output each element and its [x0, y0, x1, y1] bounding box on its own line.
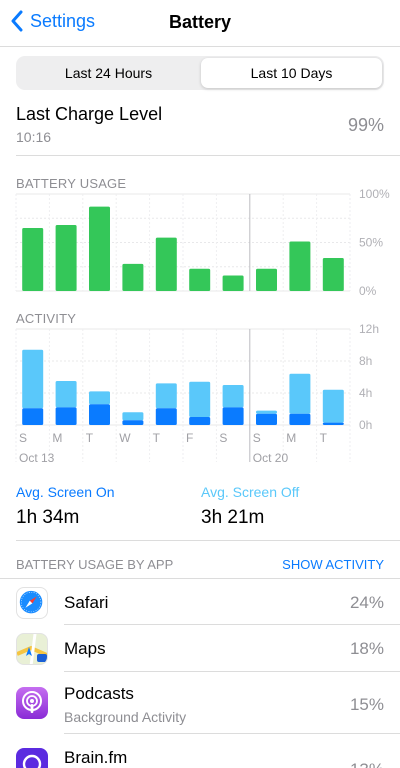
battery-usage-bar: [155, 237, 177, 291]
activity-screen-on-bar: [256, 413, 277, 425]
y-tick-label: 50%: [359, 236, 383, 250]
app-row-brainfm[interactable]: Brain.fm 13%: [0, 734, 400, 768]
day-label: F: [186, 431, 193, 445]
activity-screen-off-bar: [256, 410, 277, 414]
podcasts-icon: [16, 687, 48, 719]
battery-usage-bar: [189, 268, 211, 291]
activity-screen-on-bar: [122, 420, 144, 425]
app-row-maps[interactable]: Maps 18%: [0, 625, 400, 672]
day-label: W: [119, 431, 131, 445]
app-name: Maps: [64, 639, 106, 658]
page-title: Battery: [168, 12, 232, 32]
battery-usage-bar: [222, 275, 244, 291]
app-subtitle: Background Activity: [64, 709, 187, 725]
app-percentage: 18%: [349, 639, 384, 658]
y-tick-label: 4h: [359, 386, 372, 400]
range-segmented-control: Last 24 Hours Last 10 Days: [16, 56, 384, 90]
app-row-podcasts[interactable]: Podcasts Background Activity 15%: [0, 672, 400, 734]
avg-screen-on-label: Avg. Screen On: [16, 484, 115, 500]
activity-screen-off-bar: [122, 412, 144, 421]
battery-usage-bar: [22, 227, 44, 291]
activity-screen-on-bar: [289, 413, 311, 425]
activity-screen-on-bar: [155, 408, 177, 425]
activity-screen-off-bar: [22, 349, 44, 409]
last-charge-time: 10:16: [16, 129, 52, 145]
app-name: Brain.fm: [64, 748, 128, 767]
y-tick-label: 100%: [359, 187, 390, 201]
activity-screen-on-bar: [189, 417, 211, 425]
safari-icon: [16, 587, 48, 619]
day-label: S: [19, 431, 27, 445]
navigation-bar: Settings Battery: [0, 0, 400, 46]
divider: [16, 155, 400, 156]
activity-screen-off-bar: [189, 381, 211, 417]
y-tick-label: 0%: [359, 284, 377, 298]
activity-screen-off-bar: [155, 383, 177, 409]
activity-screen-on-bar: [55, 407, 77, 425]
maps-icon: [16, 633, 48, 665]
battery-usage-bar: [122, 263, 144, 291]
date-label: Oct 20: [253, 451, 289, 465]
app-percentage: 15%: [349, 695, 384, 714]
usage-by-app-header: BATTERY USAGE BY APP: [16, 557, 174, 572]
y-tick-label: 8h: [359, 354, 372, 368]
divider: [16, 540, 400, 541]
activity-screen-off-bar: [222, 385, 244, 408]
day-label: S: [253, 431, 261, 445]
battery-usage-bar: [322, 258, 344, 291]
segment-last-24-hours[interactable]: Last 24 Hours: [18, 58, 199, 88]
app-percentage: 13%: [350, 760, 384, 768]
last-charge-value: 99%: [347, 115, 384, 135]
activity-screen-on-bar: [222, 407, 244, 425]
y-tick-label: 0h: [359, 418, 372, 432]
segment-last-10-days[interactable]: Last 10 Days: [201, 58, 382, 88]
y-tick-label: 12h: [359, 322, 379, 336]
app-name: Safari: [64, 593, 109, 612]
day-label: M: [286, 431, 296, 445]
activity-screen-on-bar: [322, 422, 344, 425]
app-row-safari[interactable]: Safari 24%: [0, 579, 400, 625]
date-label: Oct 13: [19, 451, 55, 465]
app-percentage: 24%: [349, 593, 384, 612]
battery-usage-bar: [55, 225, 77, 291]
activity-chart[interactable]: 12h 8h 4h 0h S M T W T F S S M T Oct 13 Oct 20: [0, 320, 400, 470]
activity-screen-off-bar: [289, 373, 311, 414]
last-charge-title: Last Charge Level: [16, 104, 163, 124]
battery-usage-bar: [289, 241, 311, 291]
day-label: T: [86, 431, 94, 445]
battery-usage-header: BATTERY USAGE: [16, 176, 127, 191]
brainfm-icon: [16, 748, 48, 768]
battery-usage-bar: [256, 268, 277, 291]
avg-screen-off-value: 3h 21m: [201, 507, 265, 528]
activity-screen-off-bar: [322, 389, 344, 423]
activity-screen-off-bar: [55, 381, 77, 408]
nav-divider: [0, 46, 400, 47]
activity-screen-on-bar: [22, 408, 44, 425]
activity-screen-off-bar: [89, 391, 110, 405]
day-label: T: [320, 431, 328, 445]
show-activity-button[interactable]: SHOW ACTIVITY: [282, 557, 384, 572]
battery-usage-bar: [89, 206, 110, 291]
day-label: M: [52, 431, 62, 445]
avg-screen-off-label: Avg. Screen Off: [201, 484, 300, 500]
activity-screen-on-bar: [89, 404, 110, 425]
day-label: T: [153, 431, 161, 445]
battery-usage-chart[interactable]: 100% 50% 0%: [0, 187, 400, 300]
day-label: S: [219, 431, 227, 445]
app-name: Podcasts: [64, 684, 134, 703]
avg-screen-on-value: 1h 34m: [16, 507, 80, 528]
